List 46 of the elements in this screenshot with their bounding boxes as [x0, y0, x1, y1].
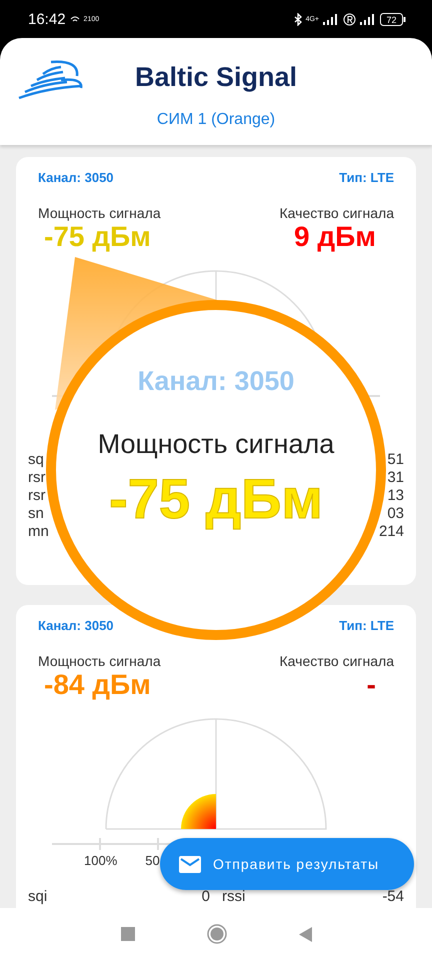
- reading-label: Качество сигнала: [280, 653, 394, 669]
- stat-name: rsr: [28, 487, 46, 505]
- magnified-label: Мощность сигнала: [98, 429, 334, 460]
- stat-name: sq: [28, 451, 44, 469]
- bluetooth-icon: [294, 12, 302, 26]
- magnified-value: -75 дБм: [109, 466, 323, 531]
- type-label: Тип: LTE: [339, 618, 394, 633]
- channel-label: Канал: 3050: [38, 170, 114, 185]
- signal-icon: [360, 14, 376, 24]
- logo-icon: [17, 58, 83, 100]
- back-icon[interactable]: [298, 926, 312, 942]
- reading-label: Мощность сигнала: [38, 653, 161, 669]
- reading-value: 9 дБм: [294, 221, 376, 253]
- reading-label: Качество сигнала: [280, 205, 394, 221]
- app-title: Baltic Signal: [134, 62, 298, 93]
- battery-level: 72: [386, 14, 396, 24]
- stat-name: rsr: [28, 469, 46, 487]
- home-icon[interactable]: [206, 924, 226, 944]
- wifi-icon: [70, 15, 80, 23]
- recent-apps-icon[interactable]: [120, 927, 134, 941]
- status-time: 16:42: [28, 10, 66, 28]
- stat-value: -54: [382, 888, 404, 906]
- roaming-icon: [343, 12, 356, 26]
- stat-value: 0: [202, 888, 210, 906]
- stat-name: mn: [28, 523, 49, 541]
- reading-value: -: [366, 669, 376, 701]
- stat-value: 03: [387, 505, 404, 523]
- stat-value: 51: [387, 451, 404, 469]
- stat-value: 13: [387, 487, 404, 505]
- magnified-channel: Канал: 3050: [138, 366, 294, 397]
- stat-value: 31: [387, 469, 404, 487]
- reading-value: -84 дБм: [44, 669, 151, 701]
- axis-label: 50: [145, 853, 160, 868]
- reading-label: Мощность сигнала: [38, 205, 161, 221]
- axis-label: 100%: [84, 853, 118, 868]
- stat-name: sqi: [28, 888, 48, 906]
- mail-icon: [179, 856, 201, 872]
- channel-label: Канал: 3050: [38, 618, 114, 633]
- send-results-button[interactable]: Отправить результаты: [160, 838, 414, 890]
- stat-name: sn: [28, 505, 44, 523]
- stat-value: 214: [378, 523, 404, 541]
- stat-name: rssi: [222, 888, 246, 906]
- signal-icon: [323, 14, 339, 24]
- sim-label[interactable]: СИМ 1 (Orange): [156, 111, 276, 129]
- type-label: Тип: LTE: [339, 170, 394, 185]
- reading-value: -75 дБм: [44, 221, 151, 253]
